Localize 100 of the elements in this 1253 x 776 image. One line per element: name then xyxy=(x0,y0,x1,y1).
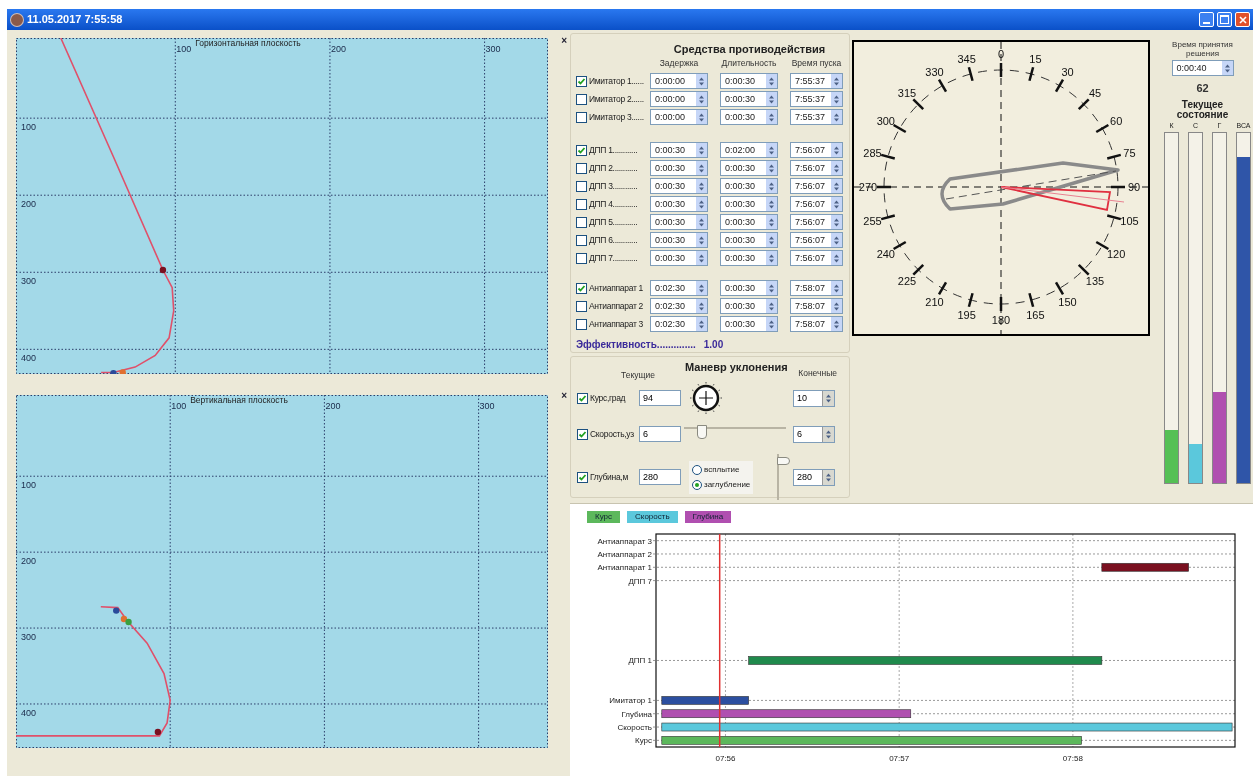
launch-time-spinbox[interactable]: 7:58:07 xyxy=(790,316,843,332)
launch-time-spinbox[interactable]: 7:56:07 xyxy=(790,232,843,248)
dial-label: 105 xyxy=(1120,215,1139,228)
final-value-spinbox[interactable]: 10 xyxy=(793,389,835,407)
duration-spinbox[interactable]: 0:00:30 xyxy=(720,178,778,194)
checkbox[interactable] xyxy=(576,144,587,156)
checkbox[interactable] xyxy=(577,471,588,483)
launch-time-spinbox[interactable]: 7:55:37 xyxy=(790,73,843,89)
checkbox[interactable] xyxy=(576,300,587,312)
check-icon xyxy=(577,76,586,86)
launch-time-spinbox[interactable]: 7:56:07 xyxy=(790,178,843,194)
launch-time-spinbox[interactable]: 7:55:37 xyxy=(790,109,843,125)
checkbox[interactable] xyxy=(576,198,587,210)
duration-spinbox[interactable]: 0:00:30 xyxy=(720,160,778,176)
checkbox[interactable] xyxy=(577,428,588,440)
depth-slider[interactable] xyxy=(777,454,791,500)
checkbox[interactable] xyxy=(576,234,587,246)
delay-spinbox[interactable]: 0:00:00 xyxy=(650,73,708,89)
axis-label: Скорость xyxy=(617,723,652,733)
close-button[interactable] xyxy=(1235,12,1250,27)
legend-item[interactable]: Скорость xyxy=(627,511,678,523)
checkbox[interactable] xyxy=(576,282,587,294)
launch-time-spinbox[interactable]: 7:56:07 xyxy=(790,142,843,158)
spin-arrows-icon xyxy=(833,180,840,192)
dial-label: 30 xyxy=(1061,65,1074,78)
dial-label: 120 xyxy=(1107,247,1126,260)
spin-arrows-icon xyxy=(768,252,775,264)
delay-spinbox[interactable]: 0:00:00 xyxy=(650,91,708,107)
duration-spinbox[interactable]: 0:00:30 xyxy=(720,232,778,248)
final-value-spinbox[interactable]: 6 xyxy=(793,425,835,443)
delay-spinbox[interactable]: 0:00:30 xyxy=(650,232,708,248)
checkbox[interactable] xyxy=(576,111,587,123)
current-value-field[interactable]: 6 xyxy=(639,426,681,442)
spin-arrows-icon xyxy=(833,216,840,228)
axis-label: 100 xyxy=(21,122,37,133)
checkbox[interactable] xyxy=(577,392,588,404)
spin-arrows-icon xyxy=(698,93,705,105)
delay-spinbox[interactable]: 0:00:30 xyxy=(650,196,708,212)
course-dial[interactable] xyxy=(689,381,723,415)
duration-spinbox[interactable]: 0:02:00 xyxy=(720,142,778,158)
column-header: Текущие xyxy=(621,369,655,383)
checkbox[interactable] xyxy=(576,180,587,192)
delay-spinbox[interactable]: 0:00:30 xyxy=(650,214,708,230)
current-value-field[interactable]: 94 xyxy=(639,390,681,406)
radio-label[interactable]: всплытие xyxy=(704,463,740,476)
checkbox[interactable] xyxy=(576,216,587,228)
radio-button[interactable] xyxy=(692,464,702,475)
delay-spinbox[interactable]: 0:02:30 xyxy=(650,316,708,332)
dial-label: 345 xyxy=(957,52,976,65)
launch-time-spinbox[interactable]: 7:55:37 xyxy=(790,91,843,107)
slider-thumb[interactable] xyxy=(777,456,790,465)
axis-label: 200 xyxy=(330,44,346,54)
duration-spinbox[interactable]: 0:00:30 xyxy=(720,280,778,296)
row-label: Антиаппарат 3 xyxy=(589,317,643,331)
legend-item[interactable]: Глубина xyxy=(684,511,732,523)
duration-spinbox[interactable]: 0:00:30 xyxy=(720,109,778,125)
spin-arrows-icon xyxy=(833,282,840,294)
slider-thumb[interactable] xyxy=(697,425,708,439)
radio-label[interactable]: заглубление xyxy=(704,478,751,491)
launch-time-spinbox[interactable]: 7:56:07 xyxy=(790,214,843,230)
checkbox[interactable] xyxy=(576,252,587,264)
delay-spinbox[interactable]: 0:00:30 xyxy=(650,178,708,194)
delay-spinbox[interactable]: 0:00:00 xyxy=(650,109,708,125)
duration-spinbox[interactable]: 0:00:30 xyxy=(720,298,778,314)
duration-spinbox[interactable]: 0:00:30 xyxy=(720,214,778,230)
launch-time-spinbox[interactable]: 7:56:07 xyxy=(790,160,843,176)
duration-spinbox[interactable]: 0:00:30 xyxy=(720,73,778,89)
close-button[interactable]: × xyxy=(561,36,567,46)
checkbox[interactable] xyxy=(576,162,587,174)
duration-spinbox[interactable]: 0:00:30 xyxy=(720,196,778,212)
duration-spinbox[interactable]: 0:00:30 xyxy=(720,250,778,266)
checkbox[interactable] xyxy=(576,93,587,105)
checkbox[interactable] xyxy=(576,318,587,330)
maximize-button[interactable] xyxy=(1217,12,1232,27)
delay-spinbox[interactable]: 0:02:30 xyxy=(650,298,708,314)
delay-spinbox[interactable]: 0:00:30 xyxy=(650,160,708,176)
launch-time-spinbox[interactable]: 7:58:07 xyxy=(790,280,843,296)
spin-arrows-icon xyxy=(698,180,705,192)
delay-spinbox[interactable]: 0:00:30 xyxy=(650,250,708,266)
launch-time-spinbox[interactable]: 7:56:07 xyxy=(790,196,843,212)
row-label: Глубина,м xyxy=(590,470,628,484)
legend-item[interactable]: Курс xyxy=(587,511,621,523)
duration-spinbox[interactable]: 0:00:30 xyxy=(720,316,778,332)
delay-spinbox[interactable]: 0:00:30 xyxy=(650,142,708,158)
spin-arrows-icon xyxy=(1223,62,1231,74)
decision-time-spinbox[interactable]: 0:00:40 xyxy=(1171,60,1234,76)
delay-spinbox[interactable]: 0:02:30 xyxy=(650,280,708,296)
radio-button[interactable] xyxy=(692,479,702,490)
spin-arrows-icon xyxy=(825,428,832,440)
spin-arrows-icon xyxy=(768,318,775,330)
minimize-button[interactable] xyxy=(1199,12,1214,27)
close-button[interactable]: × xyxy=(561,391,567,401)
dial-label: 60 xyxy=(1110,114,1123,127)
final-value-spinbox[interactable]: 280 xyxy=(793,468,835,486)
axis-label: Имитатор 1 xyxy=(609,696,652,706)
launch-time-spinbox[interactable]: 7:58:07 xyxy=(790,298,843,314)
current-value-field[interactable]: 280 xyxy=(639,469,681,485)
launch-time-spinbox[interactable]: 7:56:07 xyxy=(790,250,843,266)
duration-spinbox[interactable]: 0:00:30 xyxy=(720,91,778,107)
checkbox[interactable] xyxy=(576,75,587,87)
